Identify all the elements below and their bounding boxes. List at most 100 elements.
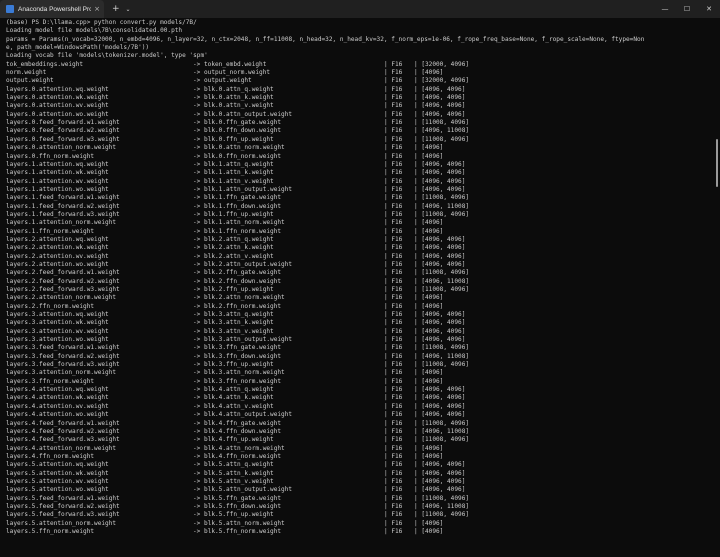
tensor-mapping-row: layers.5.attention.wo.weight -> blk.5.att… [6, 486, 712, 494]
target-tensor-name: -> token_embd.weight [193, 60, 267, 68]
tensor-dtype: | F16 [384, 169, 403, 177]
source-tensor-name: layers.1.ffn_norm.weight [6, 227, 95, 235]
tensor-mapping-row: layers.3.attention.wk.weight -> blk.3.att… [6, 319, 712, 327]
tensor-dtype: | F16 [384, 469, 403, 477]
target-tensor-name: -> blk.1.ffn_gate.weight [193, 194, 282, 202]
target-tensor-name: -> blk.4.ffn_up.weight [193, 436, 274, 444]
tensor-mapping-row: layers.2.ffn_norm.weight -> blk.2.ffn_nor… [6, 303, 712, 311]
scrollbar-thumb[interactable] [716, 139, 718, 187]
tensor-mapping-row: layers.3.attention.wv.weight -> blk.3.att… [6, 328, 712, 336]
target-tensor-name: -> blk.0.ffn_norm.weight [193, 152, 282, 160]
source-tensor-name: layers.3.feed_forward.w3.weight [6, 361, 120, 369]
tensor-mapping-row: layers.1.attention.wo.weight -> blk.1.att… [6, 186, 712, 194]
tensor-dtype: | F16 [384, 69, 403, 77]
source-tensor-name: layers.1.attention.wv.weight [6, 177, 109, 185]
tensor-dtype: | F16 [384, 344, 403, 352]
tensor-dtype: | F16 [384, 377, 403, 385]
tensor-dtype: | F16 [384, 294, 403, 302]
target-tensor-name: -> blk.4.attn_q.weight [193, 386, 274, 394]
target-tensor-name: -> blk.5.attn_k.weight [193, 469, 274, 477]
source-tensor-name: layers.5.attention.wv.weight [6, 477, 109, 485]
maximize-button[interactable]: ☐ [676, 0, 698, 18]
source-tensor-name: layers.2.attention_norm.weight [6, 294, 117, 302]
tab-anaconda-powershell[interactable]: Anaconda Powershell Prompt × [0, 0, 104, 18]
tensor-shape: | [4096, 4096] [414, 394, 466, 402]
tensor-shape: | [4096, 11008] [414, 352, 470, 360]
source-tensor-name: layers.5.ffn_norm.weight [6, 527, 95, 535]
tensor-dtype: | F16 [384, 286, 403, 293]
tensor-mapping-row: layers.5.feed_forward.w3.weight -> blk.5.… [6, 511, 712, 519]
tensor-dtype: | F16 [384, 277, 403, 285]
title-bar: Anaconda Powershell Prompt × + ⌄ — ☐ ✕ [0, 0, 720, 18]
target-tensor-name: -> blk.4.attn_norm.weight [193, 444, 285, 452]
tensor-shape: | [11008, 4096] [414, 361, 470, 369]
tensor-mapping-row: layers.3.ffn_norm.weight -> blk.3.ffn_nor… [6, 378, 712, 386]
minimize-button[interactable]: — [654, 0, 676, 18]
tensor-mapping-row: layers.0.feed_forward.w3.weight -> blk.0.… [6, 136, 712, 144]
tensor-shape: | [4096, 4096] [414, 469, 466, 477]
tensor-shape: | [4096] [414, 302, 444, 310]
tensor-mapping-row: layers.0.attention.wv.weight -> blk.0.att… [6, 102, 712, 110]
source-tensor-name: layers.3.attention.wv.weight [6, 327, 109, 335]
tensor-shape: | [11008, 4096] [414, 119, 470, 127]
tensor-dtype: | F16 [384, 352, 403, 360]
tensor-mapping-row: layers.1.attention_norm.weight -> blk.1.a… [6, 219, 712, 227]
tensor-mapping-row: layers.3.attention_norm.weight -> blk.3.a… [6, 369, 712, 377]
target-tensor-name: -> blk.1.ffn_up.weight [193, 210, 274, 218]
terminal-icon [6, 5, 14, 13]
source-tensor-name: layers.1.attention.wk.weight [6, 169, 109, 177]
target-tensor-name: -> blk.0.attn_norm.weight [193, 144, 285, 152]
tensor-dtype: | F16 [384, 411, 403, 419]
tensor-shape: | [4096, 4096] [414, 319, 466, 327]
terminal-output[interactable]: (base) PS D:\llama.cpp> python convert.p… [6, 19, 712, 557]
tensor-mapping-row: layers.1.ffn_norm.weight -> blk.1.ffn_nor… [6, 228, 712, 236]
tensor-shape: | [32000, 4096] [414, 60, 470, 68]
target-tensor-name: -> blk.3.attn_q.weight [193, 311, 274, 319]
target-tensor-name: -> blk.0.attn_q.weight [193, 85, 274, 93]
tensor-dtype: | F16 [384, 102, 403, 110]
tensor-mapping-row: output.weight -> output.weight | F16 | [320… [6, 77, 712, 85]
new-tab-button[interactable]: + [112, 4, 120, 14]
target-tensor-name: -> blk.5.attn_q.weight [193, 461, 274, 469]
target-tensor-name: -> blk.3.attn_output.weight [193, 336, 293, 344]
tensor-dtype: | F16 [384, 319, 403, 327]
tensor-shape: | [4096, 4096] [414, 177, 466, 185]
tensor-shape: | [4096, 11008] [414, 127, 470, 135]
source-tensor-name: layers.1.feed_forward.w3.weight [6, 210, 120, 218]
scrollbar[interactable] [713, 19, 719, 557]
terminal-line: Loading model file models\7B\consolidate… [6, 27, 183, 35]
target-tensor-name: -> blk.0.attn_v.weight [193, 102, 274, 110]
tensor-shape: | [11008, 4096] [414, 436, 470, 444]
tensor-mapping-row: layers.4.feed_forward.w3.weight -> blk.4.… [6, 436, 712, 444]
tensor-mapping-row: layers.3.feed_forward.w1.weight -> blk.3.… [6, 344, 712, 352]
target-tensor-name: -> blk.3.attn_k.weight [193, 319, 274, 327]
tab-close-button[interactable]: × [94, 5, 100, 13]
source-tensor-name: layers.5.feed_forward.w1.weight [6, 494, 120, 502]
close-button[interactable]: ✕ [698, 0, 720, 18]
target-tensor-name: -> blk.1.attn_k.weight [193, 169, 274, 177]
tensor-shape: | [4096, 4096] [414, 411, 466, 419]
tensor-shape: | [4096] [414, 527, 444, 535]
target-tensor-name: -> blk.3.ffn_down.weight [193, 352, 282, 360]
target-tensor-name: -> blk.3.attn_norm.weight [193, 369, 285, 377]
source-tensor-name: layers.2.attention.wq.weight [6, 235, 109, 243]
source-tensor-name: layers.0.attention.wv.weight [6, 102, 109, 110]
chevron-down-icon[interactable]: ⌄ [126, 6, 131, 13]
tensor-shape: | [4096, 4096] [414, 336, 466, 344]
tensor-shape: | [11008, 4096] [414, 210, 470, 218]
tensor-mapping-row: layers.2.feed_forward.w2.weight -> blk.2.… [6, 278, 712, 286]
tensor-mapping-row: layers.4.attention.wq.weight -> blk.4.att… [6, 386, 712, 394]
tensor-dtype: | F16 [384, 202, 403, 210]
tensor-shape: | [4096, 4096] [414, 486, 466, 494]
source-tensor-name: layers.2.feed_forward.w3.weight [6, 286, 120, 293]
tensor-mapping-row: layers.1.attention.wv.weight -> blk.1.att… [6, 178, 712, 186]
tensor-mapping-row: tok_embeddings.weight -> token_embd.weigh… [6, 61, 712, 69]
target-tensor-name: -> blk.1.attn_output.weight [193, 185, 293, 193]
tensor-mapping-row: layers.0.feed_forward.w1.weight -> blk.0.… [6, 119, 712, 127]
tensor-shape: | [4096] [414, 152, 444, 160]
tensor-dtype: | F16 [384, 160, 403, 168]
source-tensor-name: layers.5.feed_forward.w3.weight [6, 511, 120, 519]
tensor-shape: | [4096, 4096] [414, 461, 466, 469]
tensor-shape: | [4096, 4096] [414, 477, 466, 485]
tensor-dtype: | F16 [384, 135, 403, 143]
